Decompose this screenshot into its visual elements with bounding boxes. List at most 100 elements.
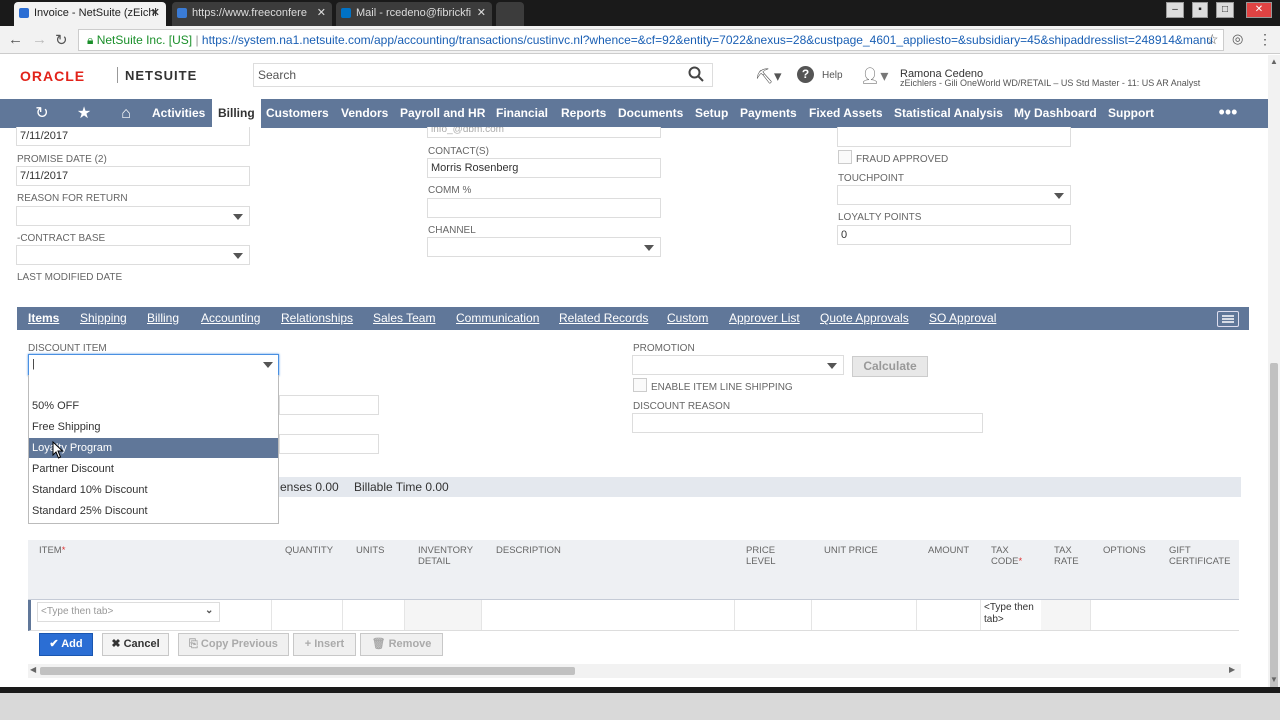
column-header-tax-code[interactable]: TAX CODE* [991, 545, 1031, 567]
contacts-field[interactable]: Morris Rosenberg [427, 158, 661, 178]
nav-payments[interactable]: Payments [734, 99, 803, 128]
fraud-approved-checkbox[interactable] [838, 150, 852, 164]
browser-tab-freeconference[interactable]: https://www.freeconfere ✕ [172, 2, 332, 26]
nav-financial[interactable]: Financial [490, 99, 554, 128]
cancel-button[interactable]: ✖ Cancel [102, 633, 169, 656]
subtab-related-records[interactable]: Related Records [559, 307, 648, 330]
calculate-button[interactable]: Calculate [852, 356, 928, 377]
extension-icon[interactable]: ◎ [1232, 31, 1243, 47]
subtab-quote-approvals[interactable]: Quote Approvals [820, 307, 909, 330]
chevron-down-icon[interactable] [263, 362, 273, 368]
subtab-relationships[interactable]: Relationships [281, 307, 353, 330]
loyalty-points-field[interactable]: 0 [837, 225, 1071, 245]
column-header-tax-rate[interactable]: TAX RATE [1054, 545, 1084, 567]
recent-icon[interactable]: ↻ [30, 99, 54, 128]
subtab-menu-icon[interactable] [1217, 311, 1239, 327]
nav-customers[interactable]: Customers [260, 99, 335, 128]
date-field[interactable]: 7/11/2017 [16, 127, 250, 146]
dropdown-option[interactable]: Partner Discount [29, 459, 278, 479]
global-search-input[interactable]: Search [253, 63, 713, 87]
discount-reason-field[interactable] [632, 413, 983, 433]
close-tab-icon[interactable]: ✕ [151, 2, 160, 24]
subtab-billing[interactable]: Billing [147, 307, 179, 330]
dropdown-option-selected[interactable]: Loyalty Program [29, 438, 278, 458]
scroll-right-icon[interactable]: ▶ [1229, 665, 1235, 674]
subtab-sales-team[interactable]: Sales Team [373, 307, 435, 330]
subtab-shipping[interactable]: Shipping [80, 307, 127, 330]
nav-reports[interactable]: Reports [555, 99, 612, 128]
promotion-select[interactable] [632, 355, 844, 375]
nav-setup[interactable]: Setup [689, 99, 734, 128]
user-avatar-icon[interactable]: 👤︎▾ [860, 66, 888, 86]
nav-billing[interactable]: Billing [212, 99, 261, 128]
browser-tab-invoice[interactable]: Invoice - NetSuite (zEichl ✕ [14, 2, 166, 26]
close-tab-icon[interactable]: ✕ [317, 2, 326, 24]
menu-icon[interactable]: ⋮ [1258, 31, 1272, 48]
column-header-units[interactable]: UNITS [356, 545, 385, 556]
more-menu-icon[interactable]: ••• [1216, 99, 1240, 128]
dropdown-option[interactable]: Standard 10% Discount [29, 480, 278, 500]
column-header-item[interactable]: ITEM* [39, 545, 65, 556]
minimize-icon[interactable]: – [1166, 2, 1184, 18]
column-header-inventory-detail[interactable]: INVENTORY DETAIL [418, 545, 478, 567]
tax-code-field[interactable]: <Type then tab> [984, 602, 1034, 626]
scroll-down-icon[interactable]: ▼ [1270, 675, 1278, 684]
bookmark-star-icon[interactable]: ☆ [1206, 31, 1219, 48]
nav-statistical-analysis[interactable]: Statistical Analysis [888, 99, 1009, 128]
channel-select[interactable] [427, 237, 661, 257]
nav-payroll-hr[interactable]: Payroll and HR [394, 99, 491, 128]
new-tab-button[interactable] [496, 2, 524, 26]
favorites-star-icon[interactable]: ★ [72, 99, 96, 128]
add-button[interactable]: ✔ Add [39, 633, 93, 656]
promise-date-field[interactable]: 7/11/2017 [16, 166, 250, 186]
column-header-unit-price[interactable]: UNIT PRICE [824, 545, 878, 556]
enable-line-shipping-checkbox[interactable] [633, 378, 647, 392]
search-icon[interactable] [688, 66, 704, 82]
back-icon[interactable]: ← [8, 31, 23, 48]
vertical-scrollbar[interactable]: ▲ ▼ [1268, 55, 1280, 703]
dropdown-option[interactable]: Free Shipping [29, 417, 278, 437]
dropdown-option[interactable]: 50% OFF [29, 396, 278, 416]
subtab-communication[interactable]: Communication [456, 307, 539, 330]
comm-percent-field[interactable] [427, 198, 661, 218]
email-field[interactable]: info_@dbm.com [427, 127, 661, 138]
maximize-icon[interactable]: □ [1216, 2, 1234, 18]
help-link[interactable]: Help [822, 70, 843, 81]
nav-support[interactable]: Support [1102, 99, 1160, 128]
item-select-field[interactable]: <Type then tab> [37, 602, 220, 622]
nav-fixed-assets[interactable]: Fixed Assets [803, 99, 889, 128]
nav-documents[interactable]: Documents [612, 99, 689, 128]
remove-button[interactable]: 🗑︎ Remove [360, 633, 443, 656]
close-tab-icon[interactable]: ✕ [477, 2, 486, 24]
scroll-left-icon[interactable]: ◀ [30, 665, 36, 674]
hidden-field-1[interactable] [279, 395, 379, 415]
scroll-up-icon[interactable]: ▲ [1270, 57, 1278, 66]
close-window-icon[interactable]: ✕ [1246, 2, 1272, 18]
subtab-custom[interactable]: Custom [667, 307, 708, 330]
column-header-description[interactable]: DESCRIPTION [496, 545, 561, 556]
help-icon[interactable]: ? [797, 66, 814, 83]
copy-previous-button[interactable]: ⎘ Copy Previous [178, 633, 289, 656]
vertical-scroll-thumb[interactable] [1270, 363, 1278, 703]
nav-my-dashboard[interactable]: My Dashboard [1008, 99, 1103, 128]
horizontal-scroll-thumb[interactable] [40, 667, 575, 675]
tax-rate-cell[interactable] [1041, 600, 1091, 630]
subtab-so-approval[interactable]: SO Approval [929, 307, 996, 330]
column-header-options[interactable]: OPTIONS [1103, 545, 1146, 556]
reason-for-return-select[interactable] [16, 206, 250, 226]
reload-icon[interactable]: ↻ [55, 31, 68, 49]
double-chevron-down-icon[interactable]: ⌄ [205, 605, 213, 616]
browser-tab-mail[interactable]: Mail - rcedeno@fibrickfi ✕ [336, 2, 492, 26]
inventory-detail-cell[interactable] [404, 600, 482, 630]
nav-activities[interactable]: Activities [146, 99, 211, 128]
discount-item-select[interactable]: | [28, 354, 279, 376]
home-icon[interactable]: ⌂ [114, 99, 138, 128]
column-header-gift-certificate[interactable]: GIFT CERTIFICATE [1169, 545, 1234, 567]
subtab-items[interactable]: Items [28, 307, 59, 330]
top-right-field[interactable] [837, 127, 1071, 147]
horizontal-scrollbar[interactable]: ◀ ▶ [28, 664, 1241, 678]
url-field[interactable]: 🔒︎ NetSuite Inc. [US] | https://system.n… [78, 29, 1224, 51]
user-profile-icon[interactable]: ▪ [1192, 2, 1208, 18]
forward-icon[interactable]: → [32, 31, 47, 48]
insert-button[interactable]: + Insert [293, 633, 356, 656]
